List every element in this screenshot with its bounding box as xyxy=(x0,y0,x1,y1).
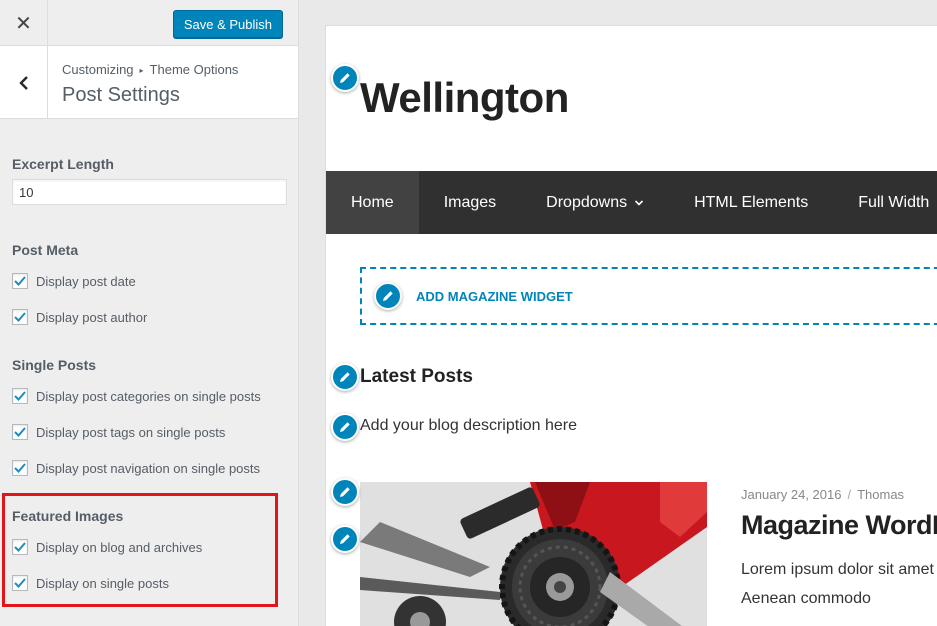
section-title: Post Settings xyxy=(62,84,180,106)
main-navigation: Home Images Dropdowns HTML Elements Full… xyxy=(326,171,937,234)
nav-item-html-elements[interactable]: HTML Elements xyxy=(669,171,833,234)
pencil-icon xyxy=(340,487,350,497)
nav-label: Dropdowns xyxy=(546,193,628,211)
nav-item-home[interactable]: Home xyxy=(326,171,419,234)
excerpt-length-input[interactable] xyxy=(12,179,287,205)
post-meta-separator: / xyxy=(847,487,852,502)
option-label: Display on single posts xyxy=(36,575,169,591)
checkbox-single-posts[interactable] xyxy=(12,575,28,591)
option-display-post-tags[interactable]: Display post tags on single posts xyxy=(12,414,286,450)
site-title[interactable]: Wellington xyxy=(360,74,569,122)
post-meta-title: Post Meta xyxy=(12,242,79,258)
option-label: Display post author xyxy=(36,309,148,325)
breadcrumb-customizing: Customizing xyxy=(62,62,134,77)
excerpt-length-label: Excerpt Length xyxy=(12,156,114,172)
option-display-on-single-posts[interactable]: Display on single posts xyxy=(12,565,286,601)
option-display-post-author[interactable]: Display post author xyxy=(12,299,286,335)
checkbox-post-date[interactable] xyxy=(12,273,28,289)
checkmark-icon xyxy=(14,427,26,437)
pencil-icon xyxy=(340,534,350,544)
nav-label: Images xyxy=(443,193,497,211)
nav-item-images[interactable]: Images xyxy=(419,171,521,234)
pencil-icon xyxy=(383,291,393,301)
post-meta: January 24, 2016 / Thomas xyxy=(741,487,904,502)
option-display-post-categories[interactable]: Display post categories on single posts xyxy=(12,378,286,414)
pencil-icon xyxy=(340,422,350,432)
checkmark-icon xyxy=(14,463,26,473)
post-excerpt-line: Aenean commodo xyxy=(741,590,871,607)
checkmark-icon xyxy=(14,276,26,286)
checkbox-post-tags[interactable] xyxy=(12,424,28,440)
breadcrumb-separator-icon: ▸ xyxy=(139,66,144,75)
option-label: Display on blog and archives xyxy=(36,539,203,555)
checkbox-post-categories[interactable] xyxy=(12,388,28,404)
edit-post-meta-button[interactable] xyxy=(331,478,359,506)
post-author[interactable]: Thomas xyxy=(857,487,904,502)
checkbox-post-navigation[interactable] xyxy=(12,460,28,476)
nav-item-full-width[interactable]: Full Width xyxy=(833,171,937,234)
post-featured-image[interactable] xyxy=(360,482,707,626)
checkmark-icon xyxy=(14,312,26,322)
nav-label: Full Width xyxy=(858,193,930,211)
option-label: Display post categories on single posts xyxy=(36,388,261,404)
breadcrumb: Customizing ▸ Theme Options xyxy=(62,62,238,77)
close-customizer-button[interactable]: ✕ xyxy=(0,0,48,46)
chevron-down-icon xyxy=(635,199,644,206)
chevron-left-icon xyxy=(18,75,28,90)
option-display-on-blog-archives[interactable]: Display on blog and archives xyxy=(12,529,286,565)
option-display-post-navigation[interactable]: Display post navigation on single posts xyxy=(12,450,286,486)
section-header: Customizing ▸ Theme Options Post Settings xyxy=(0,46,298,119)
pencil-icon xyxy=(340,73,350,83)
checkbox-post-author[interactable] xyxy=(12,309,28,325)
customizer-sidebar: ✕ Save & Publish Customizing ▸ Theme Optio… xyxy=(0,0,299,626)
option-label: Display post tags on single posts xyxy=(36,424,226,440)
edit-featured-image-button[interactable] xyxy=(331,525,359,553)
blog-description: Add your blog description here xyxy=(360,417,578,434)
back-button[interactable] xyxy=(0,46,48,119)
nav-label: HTML Elements xyxy=(694,193,809,211)
add-magazine-widget-label[interactable]: ADD MAGAZINE WIDGET xyxy=(416,289,573,304)
post-date[interactable]: January 24, 2016 xyxy=(741,487,841,502)
single-posts-title: Single Posts xyxy=(12,357,97,373)
add-magazine-widget-area[interactable]: ADD MAGAZINE WIDGET xyxy=(360,267,937,325)
checkbox-blog-archives[interactable] xyxy=(12,539,28,555)
edit-latest-posts-button[interactable] xyxy=(331,363,359,391)
option-label: Display post date xyxy=(36,273,136,289)
close-icon: ✕ xyxy=(15,12,32,35)
nav-item-dropdowns[interactable]: Dropdowns xyxy=(521,171,669,234)
checkmark-icon xyxy=(14,578,26,588)
post-excerpt-line: Lorem ipsum dolor sit amet xyxy=(741,561,934,578)
latest-posts-title: Latest Posts xyxy=(360,366,473,387)
breadcrumb-theme-options: Theme Options xyxy=(149,62,239,77)
nav-label: Home xyxy=(351,193,394,211)
save-publish-button[interactable]: Save & Publish xyxy=(172,10,283,38)
customizer-top-bar: ✕ Save & Publish xyxy=(0,0,298,46)
option-label: Display post navigation on single posts xyxy=(36,460,261,476)
customizer-controls: Excerpt Length Post Meta Display post da… xyxy=(0,156,298,601)
post-title[interactable]: Magazine WordPress xyxy=(741,510,937,541)
pencil-icon xyxy=(340,372,350,382)
add-widget-edit-button[interactable] xyxy=(374,282,402,310)
edit-blog-description-button[interactable] xyxy=(331,413,359,441)
checkmark-icon xyxy=(14,542,26,552)
option-display-post-date[interactable]: Display post date xyxy=(12,263,286,299)
bicycle-gear-image xyxy=(360,482,707,626)
edit-site-title-button[interactable] xyxy=(331,64,359,92)
site-preview: Wellington Home Images Dropdowns HTML El… xyxy=(325,25,937,626)
featured-images-title: Featured Images xyxy=(12,508,124,524)
checkmark-icon xyxy=(14,391,26,401)
